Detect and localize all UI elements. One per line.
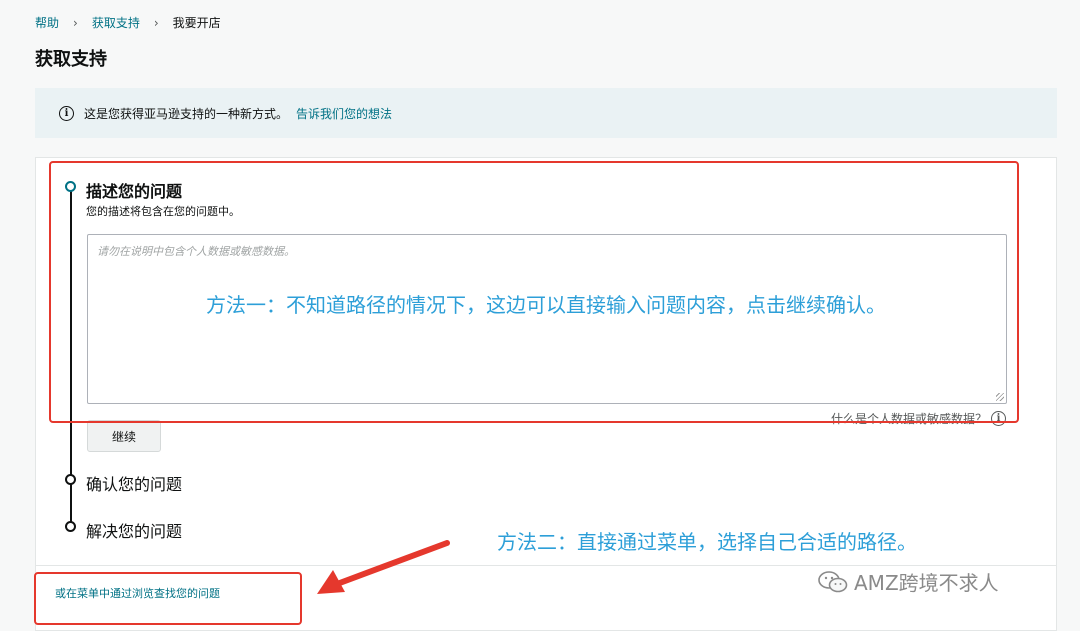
watermark-text: AMZ跨境不求人 xyxy=(854,571,999,595)
watermark: AMZ跨境不求人 xyxy=(818,567,999,596)
step2-label: 确认您的问题 xyxy=(86,475,183,494)
info-icon: i xyxy=(59,105,74,121)
breadcrumb: 帮助 › 获取支持 › 我要开店 xyxy=(35,14,221,31)
continue-button[interactable]: 继续 xyxy=(87,420,161,452)
annotation-method2: 方法二：直接通过菜单，选择自己合适的路径。 xyxy=(497,530,917,554)
breadcrumb-current: 我要开店 xyxy=(172,16,221,30)
info-banner: i 这是您获得亚马逊支持的一种新方式。 告诉我们您的想法 xyxy=(35,88,1057,138)
step3-label: 解决您的问题 xyxy=(86,522,183,541)
annotation-box-method2 xyxy=(34,572,302,625)
wechat-icon xyxy=(818,570,848,592)
breadcrumb-help[interactable]: 帮助 xyxy=(35,14,59,31)
annotation-method1: 方法一：不知道路径的情况下，这边可以直接输入问题内容，点击继续确认。 xyxy=(206,293,886,317)
chevron-right-icon: › xyxy=(73,15,78,30)
divider xyxy=(36,565,1056,566)
feedback-link[interactable]: 告诉我们您的想法 xyxy=(296,105,392,122)
breadcrumb-get-support[interactable]: 获取支持 xyxy=(92,14,140,31)
chevron-right-icon: › xyxy=(153,15,159,30)
red-arrow-icon xyxy=(317,540,450,594)
step2-dot-icon xyxy=(65,474,76,485)
info-banner-text: 这是您获得亚马逊支持的一种新方式。 xyxy=(84,106,289,121)
step3-dot-icon xyxy=(65,521,76,532)
page-title: 获取支持 xyxy=(35,49,107,70)
